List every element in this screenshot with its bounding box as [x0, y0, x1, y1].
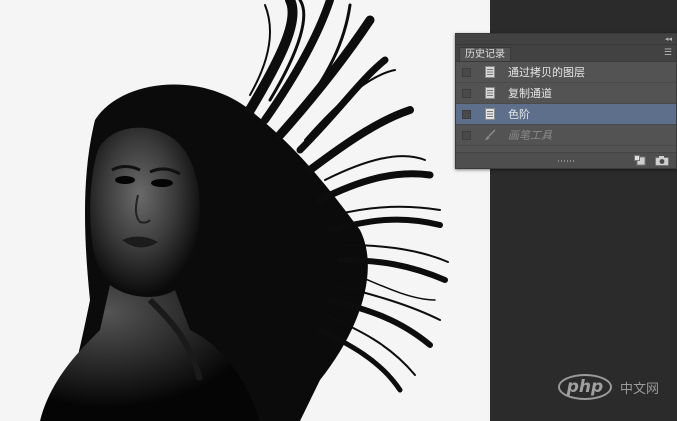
history-brush-source-checkbox[interactable] [462, 67, 471, 77]
php-logo: php [558, 374, 612, 400]
document-icon [485, 108, 495, 120]
history-brush-source-checkbox[interactable] [462, 109, 471, 119]
resize-grip-icon[interactable] [558, 160, 574, 162]
tab-history[interactable]: 历史记录 [459, 47, 511, 61]
portrait-photo [0, 0, 490, 421]
double-chevron-icon[interactable]: ◂◂ [665, 35, 672, 43]
history-state-label: 复制通道 [508, 87, 552, 100]
new-document-from-state-icon[interactable] [634, 155, 647, 166]
watermark-text: 中文网 [620, 381, 660, 397]
panel-tab-bar: 历史记录 ☰ [456, 45, 676, 62]
history-state-label: 通过拷贝的图层 [508, 66, 585, 79]
document-icon [485, 87, 495, 99]
history-brush-source-checkbox[interactable] [462, 130, 471, 140]
history-brush-source-checkbox[interactable] [462, 88, 471, 98]
history-panel: ◂◂ 历史记录 ☰ 通过拷贝的图层 复制通道 色阶 画笔工具 [455, 33, 677, 169]
history-state-row-undone[interactable]: 画笔工具 [456, 125, 676, 146]
history-list: 通过拷贝的图层 复制通道 色阶 画笔工具 [456, 62, 676, 146]
history-state-label: 画笔工具 [508, 129, 552, 142]
camera-icon[interactable] [655, 155, 669, 166]
history-state-row[interactable]: 复制通道 [456, 83, 676, 104]
panel-footer [456, 152, 676, 168]
document-icon [485, 66, 495, 78]
history-state-row-active[interactable]: 色阶 [456, 104, 676, 125]
panel-menu-icon[interactable]: ☰ [664, 47, 672, 59]
panel-title-bar[interactable]: ◂◂ [456, 34, 676, 45]
history-state-row[interactable]: 通过拷贝的图层 [456, 62, 676, 83]
site-watermark: php 中文网 [558, 372, 659, 402]
document-canvas[interactable] [0, 0, 490, 421]
brush-icon [485, 129, 496, 140]
history-state-label: 色阶 [508, 108, 530, 121]
